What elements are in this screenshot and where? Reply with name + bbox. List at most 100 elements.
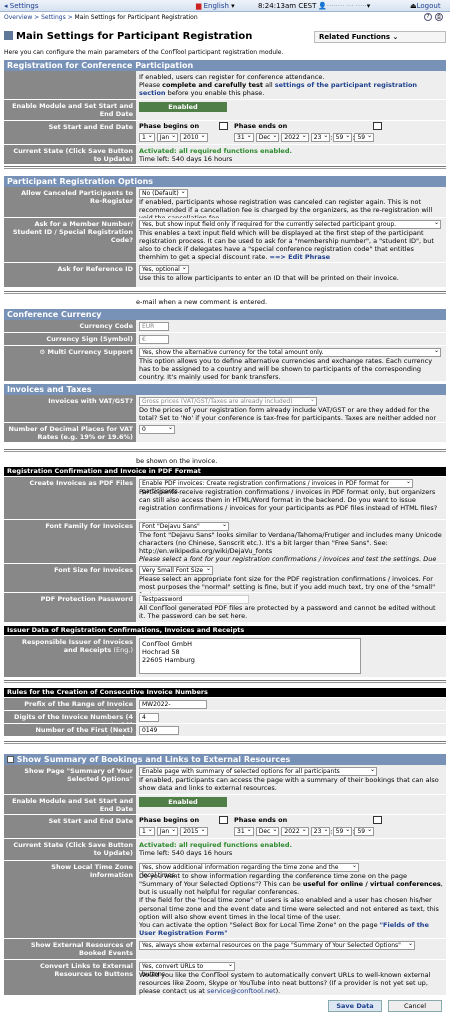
settings-icon [4, 31, 13, 40]
reregister-select[interactable]: No (Default) [139, 188, 188, 198]
row-external: Show External Resources of Booked Events… [4, 939, 446, 960]
state-value: Activated: all required functions enable… [136, 145, 446, 164]
logout-link[interactable]: ⏏Logout [410, 2, 441, 11]
dates-label: Set Start and End Date [4, 121, 136, 144]
crumb-settings[interactable]: Settings [41, 14, 66, 21]
end-hour-select[interactable]: 23 [310, 132, 331, 142]
end-day-select[interactable]: 31 [234, 132, 254, 142]
help-icons: ? ⎙ [424, 13, 444, 21]
ref-select[interactable]: Yes, optional [139, 264, 189, 274]
begin2-year-select[interactable]: 2015 [180, 826, 208, 836]
multi-label-text: Multi Currency Support [47, 348, 133, 356]
row-vat: Invoices with VAT/GST? Gross prices (VAT/… [4, 395, 446, 430]
row-decimal: Number of Decimal Places for VAT Rates (… [4, 423, 446, 443]
first-number-input[interactable]: 0149 [139, 726, 179, 735]
password-input[interactable]: Testpassword [139, 595, 249, 604]
font-size-select[interactable]: Very Small Font Size [139, 565, 213, 575]
tz-text3: You can activate the option "Select Box … [139, 920, 380, 929]
end2-year-select[interactable]: 2022 [281, 826, 309, 836]
begin2-month-select[interactable]: Jan [156, 826, 179, 836]
language-select[interactable]: ▆ English ▾ [196, 2, 235, 11]
tear-divider [4, 741, 446, 744]
row-info: If enabled, users can register for confe… [4, 71, 446, 100]
font-text: The font "Dejavu Sans" looks similar to … [139, 531, 442, 556]
end2-second-select[interactable]: 59 [354, 826, 375, 836]
issuer-textarea[interactable]: ConfTool GmbH Hochrad 58 22605 Hamburg [139, 638, 361, 674]
prefix-value: MW2022- [136, 698, 446, 710]
edit-phrase-link[interactable]: ==> Edit Phrase [270, 253, 331, 261]
crumb-current: Main Settings for Participant Registrati… [74, 14, 198, 21]
end2-month-select[interactable]: Dec [255, 826, 280, 836]
end2-day-select[interactable]: 31 [234, 826, 254, 836]
save-button[interactable]: Save Data [328, 1000, 382, 1012]
digits-input[interactable]: 4 [139, 713, 159, 722]
crumb-overview[interactable]: Overview [4, 14, 32, 21]
multi-label: ⚙ Multi Currency Support [4, 346, 136, 381]
cancel-value: No (Default)If enabled, participants who… [136, 187, 446, 222]
section-taxes: Invoices and Taxes [4, 384, 446, 395]
member-select[interactable]: Yes, but show input field only if requir… [139, 219, 441, 229]
begin-month-select[interactable]: Jan [156, 132, 179, 142]
calendar-icon[interactable] [219, 122, 229, 130]
info-b: complete and carefully test [162, 81, 264, 90]
shown-text: be shown on the invoice. [136, 457, 218, 465]
page-label: Show Page "Summary of Your Selected Opti… [4, 765, 136, 794]
row-label [4, 71, 136, 99]
cancel-button[interactable]: Cancel [388, 1000, 442, 1012]
end2-minute-select[interactable]: 59 [332, 826, 353, 836]
external-select[interactable]: Yes, always show external resources on t… [139, 940, 415, 950]
back-link[interactable]: ◂ Settings [4, 2, 38, 11]
multi-value: Yes, show the alternative currency for t… [136, 346, 446, 381]
font-label: Font Family for Invoices [4, 520, 136, 563]
clock: 8:24:13am CEST [258, 2, 317, 10]
dates-value: Phase begins on 1 Jan 2010 Phase ends on… [136, 121, 446, 144]
enabled2-toggle[interactable]: Enabled [139, 797, 227, 807]
page-text: If enabled, participants can access the … [139, 776, 439, 793]
end-second-select[interactable]: 59 [354, 132, 375, 142]
end-year-select[interactable]: 2022 [281, 132, 309, 142]
multi-currency-select[interactable]: Yes, show the alternative currency for t… [139, 347, 441, 357]
tear-divider [4, 291, 446, 294]
row-pdf: Create Invoices as PDF Files Enable PDF i… [4, 477, 446, 520]
service-email-link[interactable]: service@conftool.net [207, 987, 276, 995]
section-issuer: Issuer Data of Registration Confirmation… [4, 626, 446, 635]
timezone-select[interactable]: Yes, show additional information regardi… [139, 862, 359, 879]
end2-hour-select[interactable]: 23 [310, 826, 331, 836]
begin-year-select[interactable]: 2010 [180, 132, 208, 142]
email-text: e-mail when a new comment is entered. [136, 298, 268, 306]
time-left2: Time left: 540 days 16 hours [139, 849, 233, 858]
row-value: If enabled, users can register for confe… [136, 71, 446, 99]
member-value: Yes, but show input field only if requir… [136, 218, 446, 262]
decimal-select[interactable]: 0 [139, 424, 175, 434]
row-sign: Currency Sign (Symbol) € [4, 333, 446, 346]
pdf-select[interactable]: Enable PDF invoices: Create registration… [139, 478, 413, 495]
end-month-select[interactable]: Dec [255, 132, 280, 142]
state-text: Activated: all required functions enable… [139, 147, 292, 155]
print-icon[interactable]: ⎙ [435, 13, 443, 21]
user-menu[interactable]: 👤········ ··· ·····▾ [318, 2, 370, 11]
calendar-icon[interactable] [373, 816, 383, 824]
currency-code-input[interactable]: EUR [139, 322, 169, 331]
calendar-icon[interactable] [219, 816, 229, 824]
logout-icon: ⏏ [410, 2, 417, 10]
currency-sign-input[interactable]: € [139, 335, 169, 344]
convert-select[interactable]: Yes, convert URLs to buttons. [139, 961, 235, 978]
vat-select[interactable]: Gross prices (VAT/GST/Taxes are already … [139, 396, 317, 406]
row-ref: Ask for Reference IDYes, optionalUse thi… [4, 263, 446, 288]
user-icon: 👤 [318, 2, 327, 10]
begin-day-select[interactable]: 1 [139, 132, 155, 142]
help-icon[interactable]: ? [424, 13, 432, 21]
logout-label: Logout [416, 2, 441, 10]
calendar-icon[interactable] [373, 122, 383, 130]
related-functions-button[interactable]: Related Functions ⌄ [314, 31, 446, 43]
external-label: Show External Resources of Booked Events [4, 939, 136, 959]
end-minute-select[interactable]: 59 [332, 132, 353, 142]
row-convert: Convert Links to External Resources to B… [4, 960, 446, 996]
prefix-input[interactable]: MW2022- [139, 700, 207, 709]
font-select[interactable]: Font "Dejavu Sans" [139, 521, 229, 531]
convert-label: Convert Links to External Resources to B… [4, 960, 136, 995]
begin2-day-select[interactable]: 1 [139, 826, 155, 836]
section-currency: Conference Currency [4, 309, 446, 320]
summary-page-select[interactable]: Enable page with summary of selected opt… [139, 766, 377, 776]
enabled-toggle[interactable]: Enabled [139, 102, 227, 112]
